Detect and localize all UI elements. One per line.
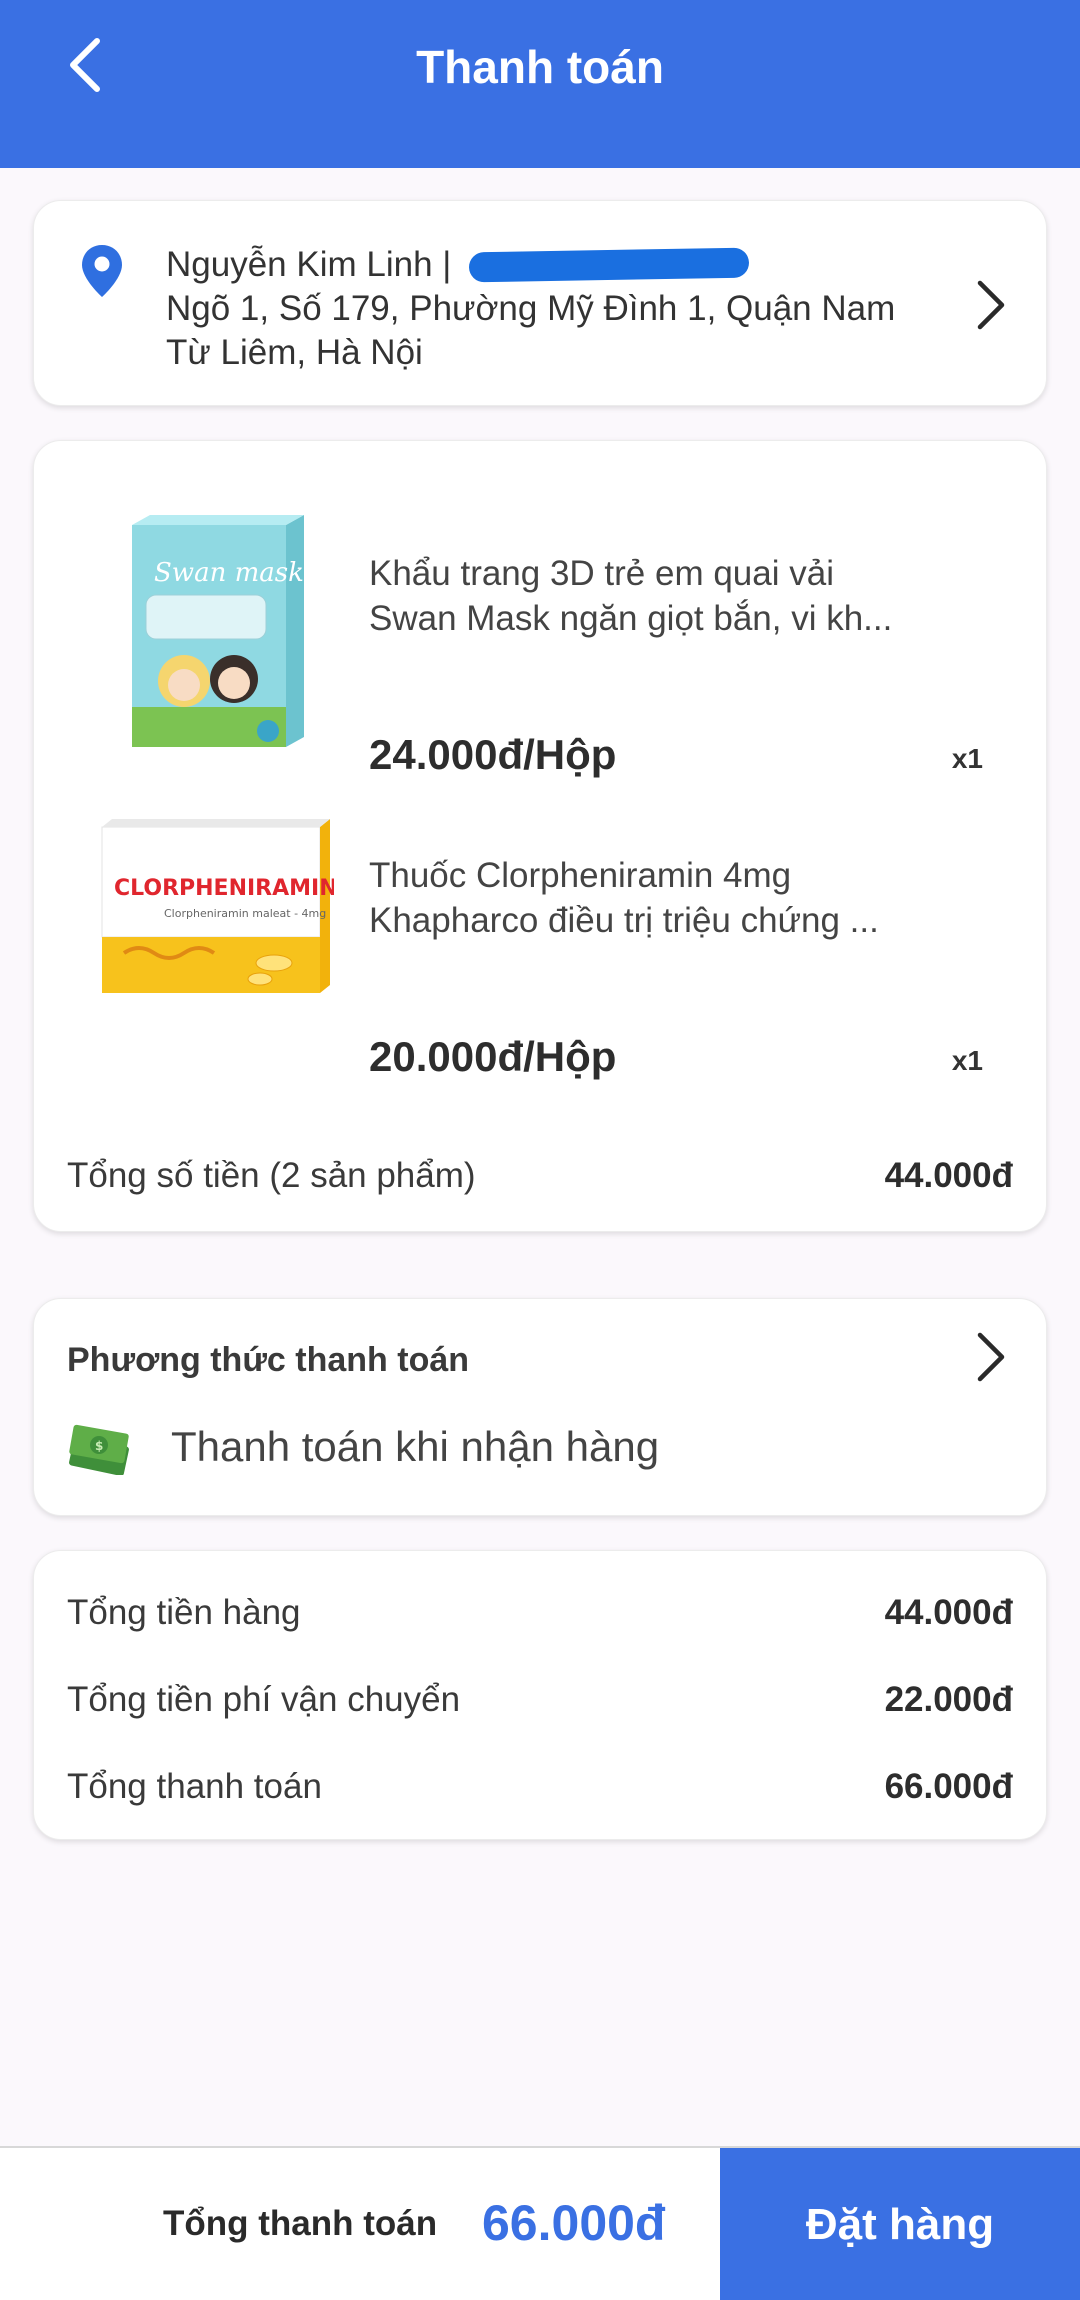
summary-shipping-label: Tổng tiền phí vận chuyển <box>67 1680 461 1719</box>
product-price: 20.000đ/Hộp <box>369 1033 617 1080</box>
summary-shipping-value: 22.000đ <box>884 1680 1013 1719</box>
place-order-button[interactable]: Đặt hàng <box>720 2148 1080 2300</box>
location-pin-icon <box>82 245 122 297</box>
product-image-mask: Swan mask <box>132 515 304 747</box>
summary-goods-label: Tổng tiền hàng <box>67 1593 301 1632</box>
summary-total-label: Tổng thanh toán <box>67 1767 322 1806</box>
summary-goods-value: 44.000đ <box>884 1593 1013 1632</box>
page-title: Thanh toán <box>416 41 664 93</box>
chevron-right-icon <box>977 280 1005 330</box>
payment-method-card[interactable]: Phương thức thanh toán $ Thanh toán khi … <box>33 1298 1047 1516</box>
address-text: Nguyễn Kim Linh | Ngõ 1, Số 179, Phường … <box>166 243 966 375</box>
checkout-bottom-bar: Tổng thanh toán 66.000đ Đặt hàng <box>0 2146 1080 2300</box>
products-total-label: Tổng số tiền (2 sản phẩm) <box>67 1156 476 1195</box>
address-line-1: Ngõ 1, Số 179, Phường Mỹ Đình 1, Quận Na… <box>166 289 896 328</box>
cash-icon: $ <box>69 1424 129 1475</box>
product-item[interactable]: CLORPHENIRAMIN Clorpheniramin maleat - 4… <box>34 783 1048 1080</box>
summary-goods-row: Tổng tiền hàng 44.000đ <box>67 1593 1013 1633</box>
summary-total-row: Tổng thanh toán 66.000đ <box>67 1767 1013 1807</box>
summary-total-value: 66.000đ <box>884 1767 1013 1806</box>
order-summary-card: Tổng tiền hàng 44.000đ Tổng tiền phí vận… <box>33 1550 1047 1840</box>
bottom-total-value: 66.000đ <box>482 2195 666 2251</box>
payment-method-text: Thanh toán khi nhận hàng <box>171 1423 660 1470</box>
order-items-card: Swan mask Khẩu trang 3D trẻ em quai vải … <box>33 440 1047 1232</box>
product-quantity: x1 <box>951 743 983 774</box>
bottom-total-label: Tổng thanh toán <box>163 2204 438 2243</box>
shipping-address-card[interactable]: Nguyễn Kim Linh | Ngõ 1, Số 179, Phường … <box>33 200 1047 406</box>
summary-shipping-row: Tổng tiền phí vận chuyển 22.000đ <box>67 1680 1013 1720</box>
app-header: Thanh toán <box>0 0 1080 168</box>
svg-text:Clorpheniramin maleat - 4mg: Clorpheniramin maleat - 4mg <box>164 907 326 920</box>
redacted-phone <box>469 247 750 283</box>
chevron-right-icon <box>977 1332 1005 1382</box>
payment-method-option: $ Thanh toán khi nhận hàng <box>67 1419 659 1475</box>
payment-method-label: Phương thức thanh toán <box>67 1341 470 1379</box>
product-image-clorpheniramin: CLORPHENIRAMIN Clorpheniramin maleat - 4… <box>101 819 334 993</box>
product-item[interactable]: Swan mask Khẩu trang 3D trẻ em quai vải … <box>34 481 1048 778</box>
product-price: 24.000đ/Hộp <box>369 731 617 778</box>
address-line-2: Từ Liêm, Hà Nội <box>166 333 423 372</box>
svg-text:Swan mask: Swan mask <box>154 558 304 588</box>
svg-text:CLORPHENIRAMIN: CLORPHENIRAMIN <box>114 876 334 901</box>
products-total-row: Tổng số tiền (2 sản phẩm) 44.000đ <box>67 1156 1013 1196</box>
recipient-name: Nguyễn Kim Linh | <box>166 245 452 284</box>
product-name: Thuốc Clorpheniramin 4mg Khapharco điều … <box>369 856 879 940</box>
svg-text:$: $ <box>95 1439 103 1453</box>
product-quantity: x1 <box>951 1045 983 1076</box>
products-total-value: 44.000đ <box>884 1156 1013 1195</box>
product-name: Khẩu trang 3D trẻ em quai vải Swan Mask … <box>369 554 893 638</box>
